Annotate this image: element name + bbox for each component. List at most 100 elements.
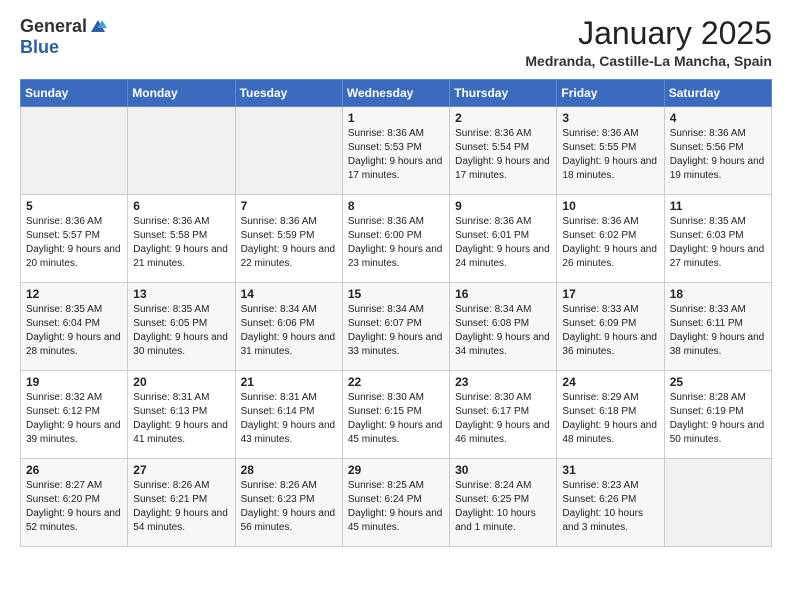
cell-text: Sunrise: 8:36 AM — [562, 127, 658, 141]
table-row — [21, 107, 128, 195]
header: General Blue January 2025 Medranda, Cast… — [20, 16, 772, 69]
cell-text: Daylight: 9 hours and 19 minutes. — [670, 155, 766, 183]
cell-text: Daylight: 9 hours and 48 minutes. — [562, 419, 658, 447]
cell-text: Daylight: 9 hours and 22 minutes. — [241, 243, 337, 271]
cell-text: Daylight: 9 hours and 45 minutes. — [348, 419, 444, 447]
day-number: 20 — [133, 375, 229, 389]
cell-text: Sunset: 6:14 PM — [241, 405, 337, 419]
table-row: 31Sunrise: 8:23 AMSunset: 6:26 PMDayligh… — [557, 459, 664, 547]
cell-text: Daylight: 9 hours and 26 minutes. — [562, 243, 658, 271]
cell-text: Sunrise: 8:30 AM — [455, 391, 551, 405]
cell-text: Sunset: 5:56 PM — [670, 141, 766, 155]
table-row: 2Sunrise: 8:36 AMSunset: 5:54 PMDaylight… — [450, 107, 557, 195]
cell-text: Sunset: 6:05 PM — [133, 317, 229, 331]
cell-text: Daylight: 9 hours and 43 minutes. — [241, 419, 337, 447]
cell-text: Daylight: 9 hours and 39 minutes. — [26, 419, 122, 447]
cell-text: Sunrise: 8:35 AM — [133, 303, 229, 317]
month-title: January 2025 — [525, 16, 772, 51]
day-number: 6 — [133, 199, 229, 213]
cell-text: Daylight: 9 hours and 34 minutes. — [455, 331, 551, 359]
table-row: 7Sunrise: 8:36 AMSunset: 5:59 PMDaylight… — [235, 195, 342, 283]
day-number: 30 — [455, 463, 551, 477]
table-row: 30Sunrise: 8:24 AMSunset: 6:25 PMDayligh… — [450, 459, 557, 547]
cell-text: Daylight: 9 hours and 21 minutes. — [133, 243, 229, 271]
cell-text: Daylight: 9 hours and 41 minutes. — [133, 419, 229, 447]
location-title: Medranda, Castille-La Mancha, Spain — [525, 53, 772, 69]
cell-text: Sunrise: 8:35 AM — [670, 215, 766, 229]
cell-text: Sunrise: 8:36 AM — [348, 127, 444, 141]
cell-text: Sunrise: 8:31 AM — [241, 391, 337, 405]
day-number: 5 — [26, 199, 122, 213]
cell-text: Sunset: 6:19 PM — [670, 405, 766, 419]
table-row: 10Sunrise: 8:36 AMSunset: 6:02 PMDayligh… — [557, 195, 664, 283]
day-number: 11 — [670, 199, 766, 213]
calendar-week-row: 1Sunrise: 8:36 AMSunset: 5:53 PMDaylight… — [21, 107, 772, 195]
cell-text: Daylight: 9 hours and 27 minutes. — [670, 243, 766, 271]
table-row: 8Sunrise: 8:36 AMSunset: 6:00 PMDaylight… — [342, 195, 449, 283]
calendar-header-row: Sunday Monday Tuesday Wednesday Thursday… — [21, 80, 772, 107]
cell-text: Daylight: 9 hours and 17 minutes. — [455, 155, 551, 183]
day-number: 25 — [670, 375, 766, 389]
day-number: 26 — [26, 463, 122, 477]
table-row: 12Sunrise: 8:35 AMSunset: 6:04 PMDayligh… — [21, 283, 128, 371]
day-number: 13 — [133, 287, 229, 301]
title-block: January 2025 Medranda, Castille-La Manch… — [525, 16, 772, 69]
cell-text: Sunset: 6:12 PM — [26, 405, 122, 419]
table-row: 25Sunrise: 8:28 AMSunset: 6:19 PMDayligh… — [664, 371, 771, 459]
table-row: 26Sunrise: 8:27 AMSunset: 6:20 PMDayligh… — [21, 459, 128, 547]
day-number: 9 — [455, 199, 551, 213]
cell-text: Sunset: 5:58 PM — [133, 229, 229, 243]
cell-text: Sunrise: 8:26 AM — [133, 479, 229, 493]
cell-text: Daylight: 9 hours and 17 minutes. — [348, 155, 444, 183]
day-number: 19 — [26, 375, 122, 389]
cell-text: Daylight: 9 hours and 23 minutes. — [348, 243, 444, 271]
day-number: 2 — [455, 111, 551, 125]
day-number: 10 — [562, 199, 658, 213]
day-number: 29 — [348, 463, 444, 477]
cell-text: Sunrise: 8:30 AM — [348, 391, 444, 405]
table-row — [664, 459, 771, 547]
cell-text: Daylight: 10 hours and 3 minutes. — [562, 507, 658, 535]
table-row: 14Sunrise: 8:34 AMSunset: 6:06 PMDayligh… — [235, 283, 342, 371]
col-saturday: Saturday — [664, 80, 771, 107]
cell-text: Sunrise: 8:32 AM — [26, 391, 122, 405]
cell-text: Daylight: 9 hours and 46 minutes. — [455, 419, 551, 447]
logo-icon — [89, 18, 107, 36]
table-row: 1Sunrise: 8:36 AMSunset: 5:53 PMDaylight… — [342, 107, 449, 195]
cell-text: Daylight: 9 hours and 20 minutes. — [26, 243, 122, 271]
cell-text: Daylight: 10 hours and 1 minute. — [455, 507, 551, 535]
cell-text: Sunset: 6:00 PM — [348, 229, 444, 243]
logo-general-text: General — [20, 16, 87, 37]
table-row: 29Sunrise: 8:25 AMSunset: 6:24 PMDayligh… — [342, 459, 449, 547]
cell-text: Sunset: 6:03 PM — [670, 229, 766, 243]
table-row: 6 Sunrise: 8:36 AMSunset: 5:58 PMDaylight… — [128, 195, 235, 283]
cell-text: Sunrise: 8:25 AM — [348, 479, 444, 493]
col-tuesday: Tuesday — [235, 80, 342, 107]
logo: General Blue — [20, 16, 107, 58]
table-row: 9Sunrise: 8:36 AMSunset: 6:01 PMDaylight… — [450, 195, 557, 283]
table-row: 19 Sunrise: 8:32 AMSunset: 6:12 PMDayligh… — [21, 371, 128, 459]
cell-text: Sunset: 5:53 PM — [348, 141, 444, 155]
table-row: 22Sunrise: 8:30 AMSunset: 6:15 PMDayligh… — [342, 371, 449, 459]
day-number: 17 — [562, 287, 658, 301]
cell-text: Sunset: 6:26 PM — [562, 493, 658, 507]
cell-text: Daylight: 9 hours and 36 minutes. — [562, 331, 658, 359]
cell-text: Sunrise: 8:36 AM — [241, 215, 337, 229]
table-row: 15Sunrise: 8:34 AMSunset: 6:07 PMDayligh… — [342, 283, 449, 371]
day-number: 18 — [670, 287, 766, 301]
day-number: 28 — [241, 463, 337, 477]
table-row: 4Sunrise: 8:36 AMSunset: 5:56 PMDaylight… — [664, 107, 771, 195]
day-number: 16 — [455, 287, 551, 301]
cell-text: Sunrise: 8:36 AM — [562, 215, 658, 229]
col-friday: Friday — [557, 80, 664, 107]
cell-text: Daylight: 9 hours and 56 minutes. — [241, 507, 337, 535]
cell-text: Sunset: 6:07 PM — [348, 317, 444, 331]
cell-text: Sunrise: 8:36 AM — [455, 215, 551, 229]
cell-text: Sunset: 5:59 PM — [241, 229, 337, 243]
cell-text: Sunrise: 8:36 AM — [348, 215, 444, 229]
cell-text: Sunrise: 8:33 AM — [562, 303, 658, 317]
cell-text: Daylight: 9 hours and 38 minutes. — [670, 331, 766, 359]
cell-text: Sunrise: 8:31 AM — [133, 391, 229, 405]
table-row: 3Sunrise: 8:36 AMSunset: 5:55 PMDaylight… — [557, 107, 664, 195]
cell-text: Sunrise: 8:36 AM — [133, 215, 229, 229]
